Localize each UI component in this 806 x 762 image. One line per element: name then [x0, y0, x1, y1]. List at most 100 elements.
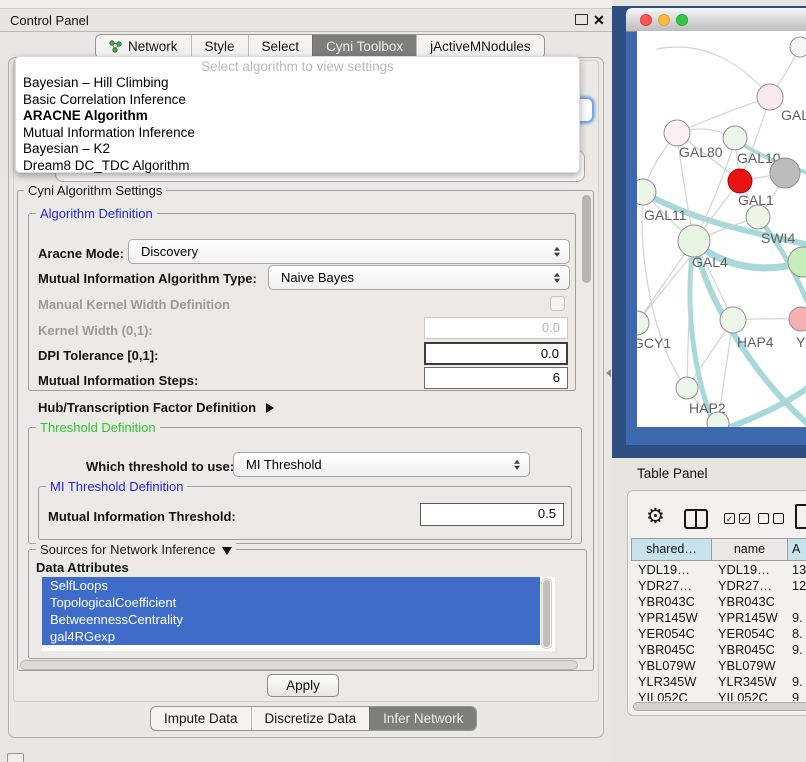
apply-button[interactable]: Apply [267, 674, 339, 697]
column-header-a[interactable]: A [788, 538, 806, 561]
table-row[interactable]: YPR145WYPR145W9. [631, 610, 806, 626]
dpi-tolerance-field[interactable]: 0.0 [424, 342, 568, 365]
table-cell: YER054C [631, 626, 712, 642]
algorithm-option-dream8-dc-tdc-algorithm[interactable]: Dream8 DC_TDC Algorithm [16, 158, 579, 175]
algorithm-option-bayesian-hill-climbing[interactable]: Bayesian – Hill Climbing [16, 75, 579, 92]
tab-impute-data[interactable]: Impute Data [151, 707, 251, 730]
table-rows: YDL19…YDL19…13YDR27…YDR27…12YBR043CYBR04… [631, 562, 806, 703]
tab-network[interactable]: Network [96, 35, 191, 58]
network-canvas[interactable]: GAL7GAL80GAL10GAL1GAL11SWI4GAL4GCY1HAP4Y… [637, 31, 806, 427]
aracne-mode-label: Aracne Mode: [38, 246, 124, 261]
mi-threshold-label: Mutual Information Threshold: [48, 509, 236, 524]
network-window-titlebar[interactable] [626, 8, 806, 32]
network-node-y[interactable] [789, 307, 806, 331]
network-node-gal80[interactable] [664, 120, 690, 146]
kernel-width-field[interactable]: 0.0 [424, 317, 568, 339]
algorithm-option-mutual-information-inference[interactable]: Mutual Information Inference [16, 125, 579, 142]
network-node-gal11[interactable] [637, 179, 656, 205]
tab-select[interactable]: Select [248, 35, 313, 58]
table-row[interactable]: YBL079WYBL079W [631, 658, 806, 674]
table-row[interactable]: YLR345WYLR345W9. [631, 674, 806, 690]
table-cell: YBR045C [712, 642, 788, 658]
network-node-gcy1[interactable] [637, 311, 649, 335]
sources-title-text: Sources for Network Inference [40, 542, 216, 557]
column-header-shared[interactable]: shared… [631, 538, 712, 561]
network-node-gal7[interactable] [757, 84, 783, 110]
unchecked-checkbox-icon[interactable] [758, 513, 769, 524]
sources-group-title[interactable]: Sources for Network Inference [36, 542, 236, 557]
minimized-panel-icon[interactable] [7, 753, 24, 762]
table-row[interactable]: YDL19…YDL19…13 [631, 562, 806, 578]
network-node-hap4[interactable] [720, 307, 746, 333]
float-window-icon[interactable] [575, 14, 588, 25]
hub-definition-label: Hub/Transcription Factor Definition [38, 400, 256, 415]
tab-label: Style [205, 39, 235, 54]
node-label-gal11: GAL11 [644, 207, 687, 223]
network-node[interactable] [788, 247, 806, 277]
table-row[interactable]: YER054CYER054C8. [631, 626, 806, 642]
network-node-gal10[interactable] [723, 126, 747, 150]
tab-cyni-toolbox[interactable]: Cyni Toolbox [312, 35, 416, 58]
settings-vertical-scrollbar[interactable] [582, 195, 591, 283]
network-node-swi4[interactable] [746, 205, 770, 229]
node-label-swi4: SWI4 [761, 230, 795, 246]
zoom-traffic-light[interactable] [676, 14, 688, 26]
close-traffic-light[interactable] [640, 14, 652, 26]
table-hscroll-thumb[interactable] [633, 702, 806, 711]
checked-checkbox-icon[interactable]: ✓ [724, 513, 735, 524]
top-strip [0, 0, 612, 9]
which-threshold-value: MI Threshold [246, 453, 529, 476]
gear-icon[interactable]: ⚙ [646, 504, 665, 530]
expanded-arrow-icon [222, 547, 232, 555]
minimize-traffic-light[interactable] [658, 14, 670, 26]
checked-checkbox-icon[interactable]: ✓ [739, 513, 750, 524]
mi-steps-field[interactable]: 6 [424, 367, 568, 389]
mi-threshold-field[interactable]: 0.5 [420, 503, 564, 526]
table-panel-title: Table Panel [637, 466, 708, 481]
algorithm-option-basic-correlation-inference[interactable]: Basic Correlation Inference [16, 92, 579, 109]
table-cell: YLR345W [712, 674, 788, 690]
document-icon[interactable] [795, 504, 806, 529]
kernel-width-label: Kernel Width (0,1): [38, 323, 153, 338]
table-row[interactable]: YBR043CYBR043C [631, 594, 806, 610]
data-attributes-label: Data Attributes [36, 560, 129, 575]
attribute-item-selfloops[interactable]: SelfLoops [42, 577, 540, 594]
algorithm-option-bayesian-k2[interactable]: Bayesian – K2 [16, 141, 579, 158]
network-node-hap2[interactable] [676, 377, 698, 399]
column-view-icon[interactable] [684, 509, 708, 529]
table-row[interactable]: YBR045CYBR045C9. [631, 642, 806, 658]
mi-algorithm-type-combo[interactable]: Naive Bayes [268, 265, 570, 290]
attribute-item-topologicalcoefficient[interactable]: TopologicalCoefficient [42, 594, 540, 611]
close-icon[interactable]: ✕ [593, 9, 605, 31]
tab-discretize-data[interactable]: Discretize Data [251, 707, 370, 730]
table-row[interactable]: YDR27…YDR27…12 [631, 578, 806, 594]
table-cell: YBR043C [712, 594, 788, 610]
network-edge-gray [677, 97, 770, 133]
hub-definition-toggle[interactable]: Hub/Transcription Factor Definition [38, 400, 274, 415]
attribute-item-gal4rgexp[interactable]: gal4RGexp [42, 628, 540, 645]
tab-label: Infer Network [383, 711, 463, 726]
tab-label: Discretize Data [265, 711, 357, 726]
network-node[interactable] [770, 158, 800, 188]
network-node[interactable] [790, 37, 806, 57]
tab-infer-network[interactable]: Infer Network [369, 707, 476, 730]
divider-collapse-arrow[interactable] [606, 369, 611, 377]
which-threshold-combo[interactable]: MI Threshold [233, 452, 530, 477]
tab-jactivemnodules[interactable]: jActiveMNodules [416, 35, 544, 58]
tab-style[interactable]: Style [191, 35, 248, 58]
attribute-item-betweennesscentrality[interactable]: BetweennessCentrality [42, 611, 540, 628]
network-node-gal1[interactable] [728, 169, 752, 193]
column-header-name[interactable]: name [712, 538, 788, 561]
unchecked-checkbox-icon[interactable] [773, 513, 784, 524]
attributes-list-scrollbar[interactable] [541, 578, 552, 649]
table-cell: YDL19… [631, 562, 712, 578]
aracne-mode-combo[interactable]: Discovery [128, 239, 570, 264]
algorithm-dropdown-list: Bayesian – Hill ClimbingBasic Correlatio… [16, 75, 579, 174]
table-cell: YER054C [712, 626, 788, 642]
settings-horizontal-scrollbar[interactable] [20, 660, 578, 670]
which-threshold-label: Which threshold to use: [86, 459, 234, 474]
table-cell: 9. [788, 674, 806, 690]
algorithm-option-aracne-algorithm[interactable]: ARACNE Algorithm [16, 108, 579, 125]
manual-kernel-width-checkbox[interactable] [550, 296, 565, 311]
network-node-gal4[interactable] [678, 225, 710, 257]
